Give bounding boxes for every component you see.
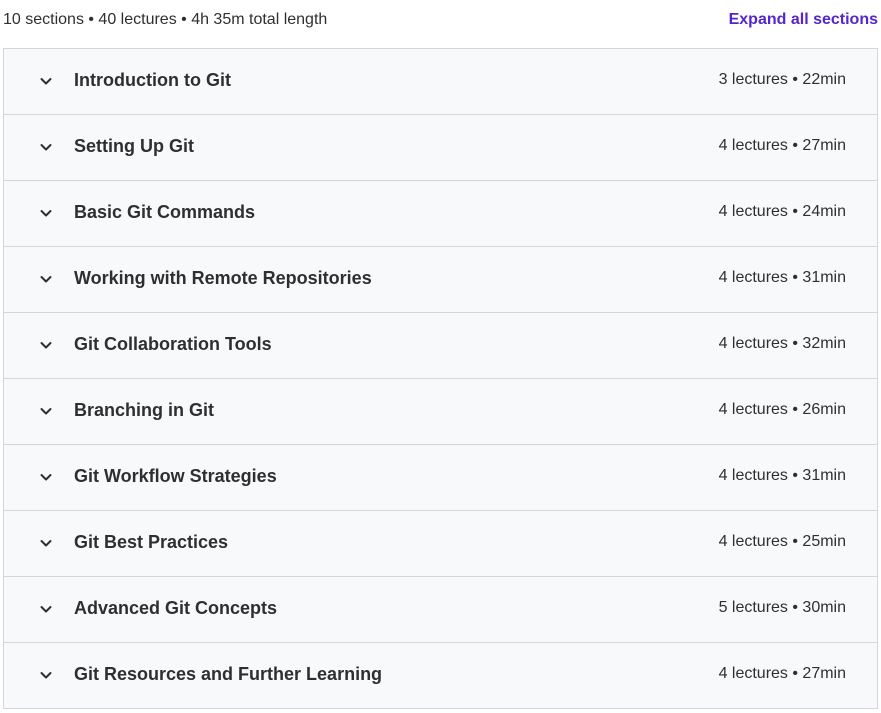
chevron-down-icon xyxy=(38,601,54,617)
chevron-down-icon xyxy=(38,667,54,683)
section-row[interactable]: Setting Up Git 4 lectures • 27min xyxy=(4,115,877,181)
section-meta: 3 lectures • 22min xyxy=(718,71,846,88)
section-meta: 4 lectures • 32min xyxy=(718,335,846,352)
section-title: Branching in Git xyxy=(74,400,215,420)
section-meta: 4 lectures • 31min xyxy=(718,269,846,286)
section-title: Advanced Git Concepts xyxy=(74,598,278,618)
curriculum-summary-bar: 10 sections • 40 lectures • 4h 35m total… xyxy=(0,0,881,46)
section-meta: 5 lectures • 30min xyxy=(718,599,846,616)
section-row[interactable]: Git Best Practices 4 lectures • 25min xyxy=(4,511,877,577)
chevron-down-icon xyxy=(38,139,54,155)
section-row[interactable]: Git Workflow Strategies 4 lectures • 31m… xyxy=(4,445,877,511)
section-meta: 4 lectures • 24min xyxy=(718,203,846,220)
section-title: Introduction to Git xyxy=(74,70,231,90)
expand-all-sections-button[interactable]: Expand all sections xyxy=(729,11,878,29)
section-title: Git Collaboration Tools xyxy=(74,334,272,354)
section-title: Setting Up Git xyxy=(74,136,194,156)
chevron-down-icon xyxy=(38,271,54,287)
section-meta: 4 lectures • 27min xyxy=(718,137,846,154)
chevron-down-icon xyxy=(38,469,54,485)
chevron-down-icon xyxy=(38,535,54,551)
chevron-down-icon xyxy=(38,205,54,221)
section-title: Working with Remote Repositories xyxy=(74,268,372,288)
chevron-down-icon xyxy=(38,337,54,353)
section-list: Introduction to Git 3 lectures • 22min S… xyxy=(3,48,878,709)
section-row[interactable]: Advanced Git Concepts 5 lectures • 30min xyxy=(4,577,877,643)
course-curriculum: 10 sections • 40 lectures • 4h 35m total… xyxy=(0,0,881,713)
section-row[interactable]: Git Resources and Further Learning 4 lec… xyxy=(4,643,877,709)
section-title: Git Best Practices xyxy=(74,532,229,552)
section-row[interactable]: Working with Remote Repositories 4 lectu… xyxy=(4,247,877,313)
curriculum-summary: 10 sections • 40 lectures • 4h 35m total… xyxy=(3,11,328,28)
section-meta: 4 lectures • 27min xyxy=(718,665,846,682)
section-row[interactable]: Basic Git Commands 4 lectures • 24min xyxy=(4,181,877,247)
section-meta: 4 lectures • 26min xyxy=(718,401,846,418)
section-row[interactable]: Git Collaboration Tools 4 lectures • 32m… xyxy=(4,313,877,379)
section-row[interactable]: Introduction to Git 3 lectures • 22min xyxy=(4,49,877,115)
chevron-down-icon xyxy=(38,73,54,89)
section-row[interactable]: Branching in Git 4 lectures • 26min xyxy=(4,379,877,445)
section-title: Git Workflow Strategies xyxy=(74,466,277,486)
section-title: Git Resources and Further Learning xyxy=(74,664,383,684)
section-title: Basic Git Commands xyxy=(74,202,256,222)
section-meta: 4 lectures • 31min xyxy=(718,467,846,484)
chevron-down-icon xyxy=(38,403,54,419)
section-meta: 4 lectures • 25min xyxy=(718,533,846,550)
